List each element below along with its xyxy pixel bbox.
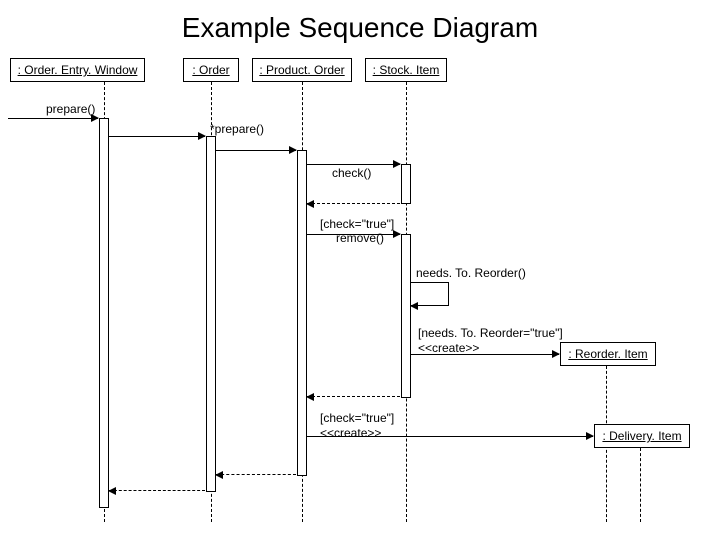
guard-needs-reorder: [needs. To. Reorder="true"] [418, 326, 563, 340]
participant-order: : Order [183, 58, 239, 82]
message-create-reorder: <<create>> [418, 341, 479, 355]
lifeline-delivery-item [640, 448, 641, 522]
message-create-delivery: <<create>> [320, 426, 381, 440]
message-check: check() [332, 166, 371, 180]
arrow-check [307, 164, 400, 165]
activation-product-order [297, 150, 307, 476]
message-star-prepare: *prepare() [210, 122, 264, 136]
activation-stock-item [401, 164, 411, 204]
message-remove: remove() [336, 231, 384, 245]
return-check [307, 203, 400, 204]
arrow-star-prepare [109, 136, 205, 137]
activation-stock-item-2 [401, 234, 411, 398]
return-stockitem [307, 396, 400, 397]
guard-check-true-2: [check="true"] [320, 411, 394, 425]
self-needs-reorder [411, 282, 449, 306]
participant-product-order: : Product. Order [252, 58, 352, 82]
activation-oew [99, 118, 109, 508]
arrow-order-to-product [216, 150, 296, 151]
diagram-title: Example Sequence Diagram [0, 0, 720, 58]
return-order [109, 490, 205, 491]
message-prepare: prepare() [46, 102, 95, 116]
guard-check-true: [check="true"] [320, 217, 394, 231]
participant-stock-item: : Stock. Item [365, 58, 447, 82]
message-needs-reorder: needs. To. Reorder() [416, 266, 526, 280]
activation-order [206, 136, 216, 492]
arrow-prepare [8, 118, 98, 119]
participant-reorder-item: : Reorder. Item [560, 342, 656, 366]
sequence-diagram-canvas: : Order. Entry. Window : Order : Product… [0, 58, 720, 528]
participant-delivery-item: : Delivery. Item [594, 424, 690, 448]
participant-order-entry-window: : Order. Entry. Window [10, 58, 145, 82]
return-product-order [216, 474, 296, 475]
